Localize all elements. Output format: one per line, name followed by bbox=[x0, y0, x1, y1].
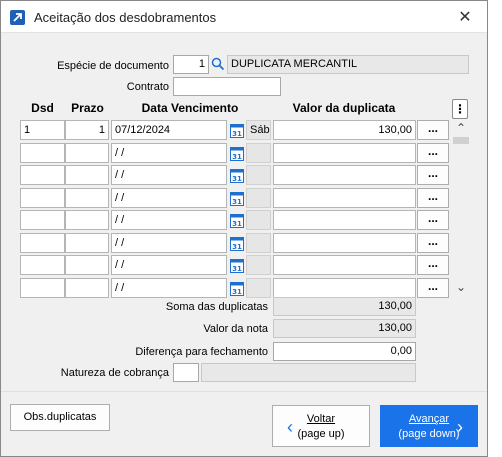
diferenca-value[interactable]: 0,00 bbox=[273, 342, 416, 361]
row-weekday-cell bbox=[246, 143, 271, 163]
calendar-icon[interactable]: 31 bbox=[230, 235, 244, 251]
calendar-icon[interactable]: 31 bbox=[230, 280, 244, 296]
contrato-label: Contrato bbox=[126, 81, 169, 93]
row-dsd-cell[interactable] bbox=[20, 210, 65, 230]
soma-value: 130,00 bbox=[273, 297, 416, 316]
soma-label: Soma das duplicatas bbox=[165, 301, 268, 313]
calendar-icon[interactable]: 31 bbox=[230, 145, 244, 161]
row-dsd-cell[interactable] bbox=[20, 233, 65, 253]
natureza-label: Natureza de cobrança bbox=[60, 367, 169, 379]
row-weekday-cell bbox=[246, 278, 271, 298]
row-prazo-cell[interactable] bbox=[65, 165, 109, 185]
row-valor-cell[interactable] bbox=[273, 143, 416, 163]
row-details-button[interactable]: ... bbox=[417, 165, 449, 185]
dialog-window: Aceitação dos desdobramentos ✕ Espécie d… bbox=[0, 0, 488, 457]
row-date-cell[interactable]: 07/12/2024 bbox=[111, 120, 227, 140]
row-weekday-cell bbox=[246, 165, 271, 185]
close-icon[interactable]: ✕ bbox=[455, 8, 475, 28]
row-details-button[interactable]: ... bbox=[417, 255, 449, 275]
row-details-button[interactable]: ... bbox=[417, 233, 449, 253]
row-weekday-cell bbox=[246, 233, 271, 253]
row-details-button[interactable]: ... bbox=[417, 278, 449, 298]
row-valor-cell[interactable] bbox=[273, 210, 416, 230]
row-weekday-cell bbox=[246, 188, 271, 208]
obs-duplicatas-button[interactable]: Obs.duplicatas bbox=[10, 404, 110, 431]
row-weekday-cell bbox=[246, 255, 271, 275]
row-valor-cell[interactable] bbox=[273, 188, 416, 208]
row-details-button[interactable]: ... bbox=[417, 188, 449, 208]
row-date-cell[interactable]: / / bbox=[111, 165, 227, 185]
window-title: Aceitação dos desdobramentos bbox=[34, 10, 217, 25]
scroll-up-icon[interactable]: ⌃ bbox=[454, 122, 468, 134]
row-prazo-cell[interactable] bbox=[65, 143, 109, 163]
row-details-button[interactable]: ... bbox=[417, 120, 449, 140]
header-prazo: Prazo bbox=[71, 101, 104, 115]
svg-text:31: 31 bbox=[232, 153, 242, 161]
svg-text:31: 31 bbox=[232, 288, 242, 296]
row-weekday-cell: Sáb bbox=[246, 120, 271, 140]
row-prazo-cell[interactable] bbox=[65, 233, 109, 253]
header-data-vencimento: Data Vencimento bbox=[141, 101, 239, 115]
row-prazo-cell[interactable] bbox=[65, 210, 109, 230]
row-date-cell[interactable]: / / bbox=[111, 255, 227, 275]
avancar-button[interactable]: Avançar (page down) › bbox=[380, 405, 478, 447]
svg-text:31: 31 bbox=[232, 220, 242, 228]
svg-text:31: 31 bbox=[232, 265, 242, 273]
row-prazo-cell[interactable]: 1 bbox=[65, 120, 109, 140]
calendar-icon[interactable]: 31 bbox=[230, 257, 244, 273]
svg-text:31: 31 bbox=[232, 198, 242, 206]
footer-divider bbox=[1, 391, 487, 392]
table-menu-icon[interactable]: ⋮ bbox=[452, 99, 468, 119]
row-prazo-cell[interactable] bbox=[65, 255, 109, 275]
voltar-button[interactable]: ‹ Voltar (page up) bbox=[272, 405, 370, 447]
chevron-right-icon: › bbox=[457, 417, 463, 437]
row-dsd-cell[interactable] bbox=[20, 143, 65, 163]
calendar-icon[interactable]: 31 bbox=[230, 190, 244, 206]
row-dsd-cell[interactable] bbox=[20, 188, 65, 208]
title-bar: Aceitação dos desdobramentos ✕ bbox=[1, 1, 487, 33]
natureza-name-field bbox=[201, 363, 416, 382]
svg-text:31: 31 bbox=[232, 243, 242, 251]
row-valor-cell[interactable] bbox=[273, 278, 416, 298]
nota-value: 130,00 bbox=[273, 319, 416, 338]
calendar-icon[interactable]: 31 bbox=[230, 122, 244, 138]
row-dsd-cell[interactable]: 1 bbox=[20, 120, 65, 140]
voltar-shortcut: (page up) bbox=[297, 428, 345, 440]
row-valor-cell[interactable]: 130,00 bbox=[273, 120, 416, 140]
calendar-icon[interactable]: 31 bbox=[230, 212, 244, 228]
header-dsd: Dsd bbox=[31, 101, 54, 115]
row-weekday-cell bbox=[246, 210, 271, 230]
scrollbar-thumb[interactable] bbox=[453, 137, 469, 144]
especie-code-input[interactable]: 1 bbox=[173, 55, 209, 74]
row-details-button[interactable]: ... bbox=[417, 210, 449, 230]
row-dsd-cell[interactable] bbox=[20, 255, 65, 275]
row-prazo-cell[interactable] bbox=[65, 188, 109, 208]
app-arrow-icon bbox=[10, 10, 25, 25]
calendar-icon[interactable]: 31 bbox=[230, 167, 244, 183]
svg-text:31: 31 bbox=[232, 175, 242, 183]
row-date-cell[interactable]: / / bbox=[111, 210, 227, 230]
contrato-input[interactable] bbox=[173, 77, 281, 96]
row-valor-cell[interactable] bbox=[273, 165, 416, 185]
scroll-down-icon[interactable]: ⌄ bbox=[454, 281, 468, 293]
header-valor: Valor da duplicata bbox=[292, 101, 396, 115]
natureza-code-input[interactable] bbox=[173, 363, 199, 382]
row-date-cell[interactable]: / / bbox=[111, 233, 227, 253]
nota-label: Valor da nota bbox=[203, 323, 268, 335]
row-valor-cell[interactable] bbox=[273, 233, 416, 253]
row-dsd-cell[interactable] bbox=[20, 165, 65, 185]
row-date-cell[interactable]: / / bbox=[111, 188, 227, 208]
row-dsd-cell[interactable] bbox=[20, 278, 65, 298]
svg-text:31: 31 bbox=[232, 130, 242, 138]
especie-label: Espécie de documento bbox=[57, 60, 169, 72]
diferenca-label: Diferença para fechamento bbox=[135, 346, 268, 358]
row-date-cell[interactable]: / / bbox=[111, 143, 227, 163]
voltar-label: Voltar bbox=[306, 413, 336, 425]
search-icon[interactable] bbox=[211, 57, 225, 74]
especie-name-field: DUPLICATA MERCANTIL bbox=[227, 55, 469, 74]
row-date-cell[interactable]: / / bbox=[111, 278, 227, 298]
row-valor-cell[interactable] bbox=[273, 255, 416, 275]
row-prazo-cell[interactable] bbox=[65, 278, 109, 298]
row-details-button[interactable]: ... bbox=[417, 143, 449, 163]
